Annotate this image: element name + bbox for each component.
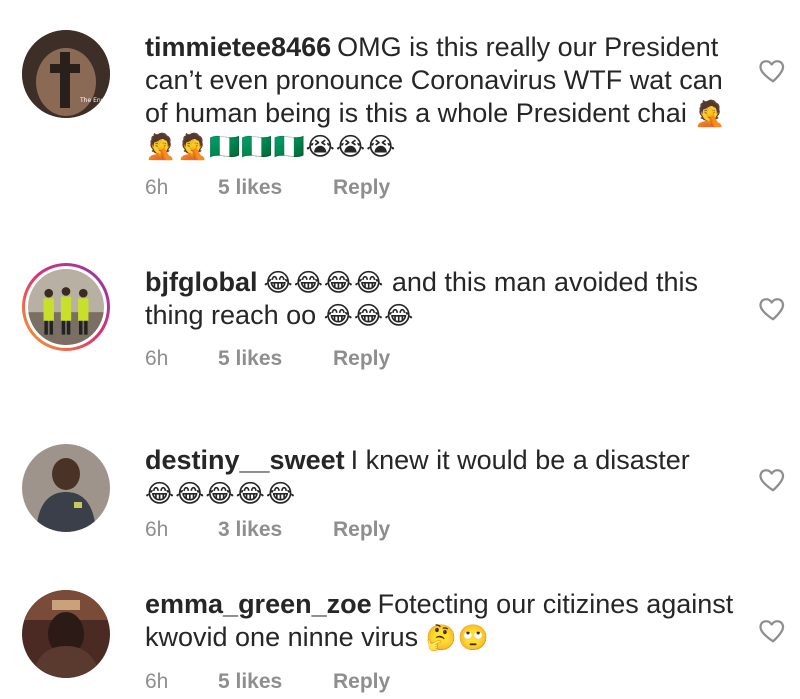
username[interactable]: bjfglobal (145, 267, 257, 297)
comment-item: bjfglobal 😂😂😂😂 and this man avoided this … (0, 230, 800, 408)
comment-meta: 6h 5 likes Reply (145, 347, 390, 371)
avatar[interactable]: The End (22, 30, 110, 118)
comment-item: emma_green_zoe Fotecting our citizines ag… (0, 578, 800, 699)
like-button[interactable] (758, 55, 788, 85)
avatar[interactable] (22, 590, 110, 678)
username[interactable]: destiny__sweet (145, 445, 345, 475)
timestamp: 6h (145, 347, 169, 370)
likes-count[interactable]: 3 likes (218, 518, 333, 542)
username[interactable]: timmietee8466 (145, 32, 331, 62)
heart-outline-icon (759, 469, 785, 492)
likes-count[interactable]: 5 likes (218, 176, 333, 200)
comment-text: destiny__sweet I knew it would be a disas… (145, 444, 745, 510)
emoji-string-lead: 😂😂😂😂 (263, 268, 385, 297)
avatar-image (28, 269, 104, 345)
emoji-string: 😂😂😂 (323, 301, 415, 330)
heart-outline-icon (759, 298, 785, 321)
avatar[interactable] (22, 263, 110, 351)
timestamp: 6h (145, 518, 169, 541)
likes-count[interactable]: 5 likes (218, 347, 333, 371)
avatar[interactable] (22, 444, 110, 532)
timestamp: 6h (145, 176, 169, 199)
comment-text: timmietee8466 OMG is this really our Pres… (145, 31, 745, 163)
reply-button[interactable]: Reply (333, 176, 390, 200)
comment-item: The End timmietee8466 OMG is this really … (0, 0, 800, 230)
comment-meta: 6h 5 likes Reply (145, 670, 390, 694)
like-button[interactable] (758, 464, 788, 494)
reply-button[interactable]: Reply (333, 518, 390, 542)
comment-meta: 6h 3 likes Reply (145, 518, 390, 542)
heart-outline-icon (759, 620, 785, 643)
like-button[interactable] (758, 615, 788, 645)
comment-text: emma_green_zoe Fotecting our citizines ag… (145, 588, 745, 654)
username[interactable]: emma_green_zoe (145, 589, 372, 619)
avatar-image: The End (22, 30, 110, 118)
svg-text:The End: The End (79, 97, 105, 104)
comment-body: I knew it would be a disaster (350, 445, 690, 475)
avatar-image (22, 590, 110, 678)
avatar-image (22, 444, 110, 532)
like-button[interactable] (758, 293, 788, 323)
heart-outline-icon (759, 60, 785, 83)
reply-button[interactable]: Reply (333, 347, 390, 371)
timestamp: 6h (145, 670, 169, 693)
likes-count[interactable]: 5 likes (218, 670, 333, 694)
comment-meta: 6h 5 likes Reply (145, 176, 390, 200)
emoji-string: 😂😂😂😂😂 (145, 479, 297, 508)
reply-button[interactable]: Reply (333, 670, 390, 694)
comment-item: destiny__sweet I knew it would be a disas… (0, 408, 800, 578)
emoji-string: 🤔🙄 (425, 623, 490, 652)
comment-text: bjfglobal 😂😂😂😂 and this man avoided this … (145, 266, 745, 332)
